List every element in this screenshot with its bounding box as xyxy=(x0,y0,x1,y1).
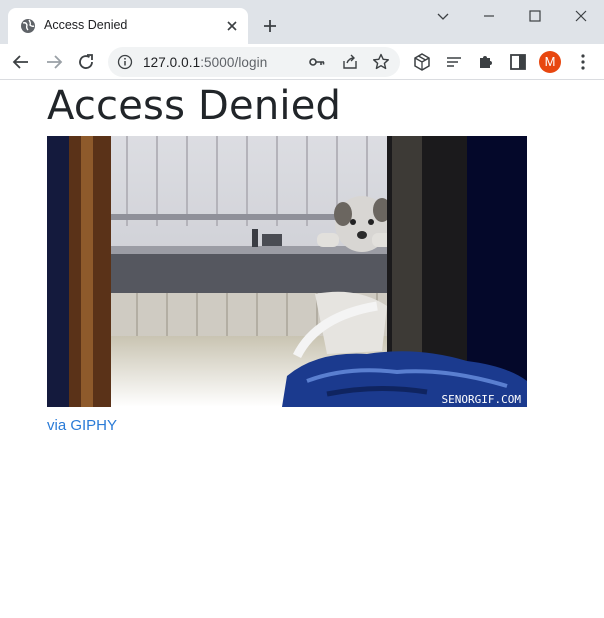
gif-watermark: SENORGIF.COM xyxy=(442,393,522,406)
reading-list-icon[interactable] xyxy=(442,50,466,74)
reload-icon[interactable] xyxy=(74,50,98,74)
giphy-gif: SENORGIF.COM xyxy=(47,136,527,407)
url-text: 127.0.0.1:5000/login xyxy=(143,55,268,70)
extensions-puzzle-icon[interactable] xyxy=(474,50,498,74)
key-icon[interactable] xyxy=(308,53,326,71)
browser-toolbar: 127.0.0.1:5000/login xyxy=(0,44,604,80)
side-panel-icon[interactable] xyxy=(506,50,530,74)
profile-avatar[interactable]: M xyxy=(539,51,561,73)
maximize-icon[interactable] xyxy=(512,4,558,28)
new-tab-icon[interactable] xyxy=(258,14,282,38)
gif-frame-image: SENORGIF.COM xyxy=(47,136,527,407)
via-giphy-link[interactable]: via GIPHY xyxy=(47,417,117,434)
globe-icon xyxy=(20,18,36,34)
extension-cube-icon[interactable] xyxy=(410,50,434,74)
tab-title: Access Denied xyxy=(44,18,128,32)
page-content: Access Denied SENORGIF.COM via GIPHY xyxy=(0,81,604,618)
tab-search-icon[interactable] xyxy=(420,4,466,28)
minimize-icon[interactable] xyxy=(466,4,512,28)
close-window-icon[interactable] xyxy=(558,4,604,28)
tab-strip: Access Denied xyxy=(0,0,604,44)
share-icon[interactable] xyxy=(341,53,359,71)
address-bar[interactable]: 127.0.0.1:5000/login xyxy=(108,47,400,77)
browser-tab[interactable]: Access Denied xyxy=(8,8,248,44)
more-menu-icon[interactable] xyxy=(571,50,595,74)
page-heading: Access Denied xyxy=(47,83,342,129)
bookmark-star-icon[interactable] xyxy=(372,53,390,71)
forward-arrow-icon[interactable] xyxy=(42,50,66,74)
site-info-icon[interactable] xyxy=(117,54,133,70)
back-arrow-icon[interactable] xyxy=(9,50,33,74)
close-tab-icon[interactable] xyxy=(222,16,242,36)
